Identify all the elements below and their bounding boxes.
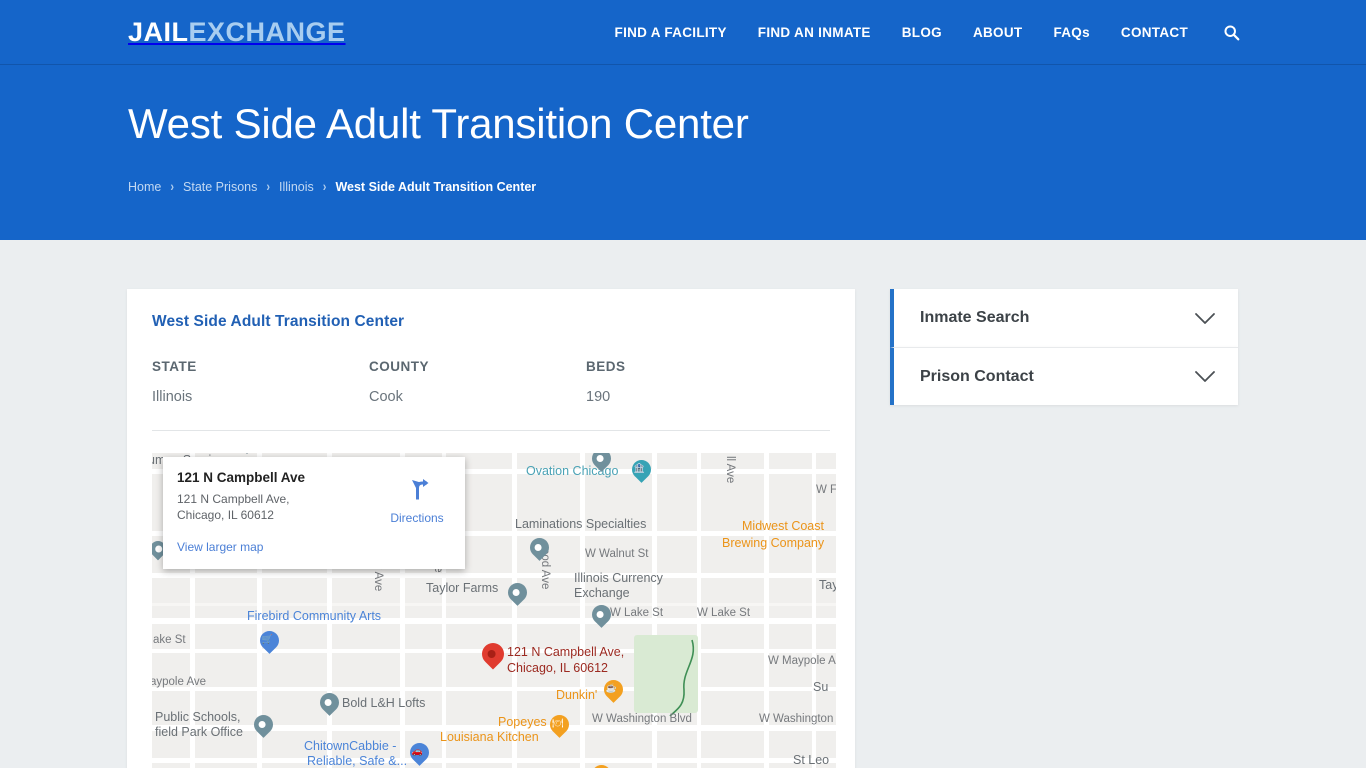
map-street-w-f: W F xyxy=(816,484,836,496)
accordion-prison-contact[interactable]: Prison Contact xyxy=(890,347,1238,405)
main-menu: FIND A FACILITY FIND AN INMATE BLOG ABOU… xyxy=(615,24,1366,41)
directions-button[interactable]: Directions xyxy=(383,470,451,556)
breadcrumb-item-state-prisons[interactable]: State Prisons xyxy=(183,180,257,194)
map-label-bold-lh-lofts: Bold L&H Lofts xyxy=(342,696,426,710)
infowindow-address: 121 N Campbell Ave, Chicago, IL 60612 xyxy=(177,492,290,522)
map-marker-facility-label-line2: Chicago, IL 60612 xyxy=(507,660,609,675)
bank-icon: 🏦 xyxy=(633,463,646,474)
accordion-title-prison-contact: Prison Contact xyxy=(920,367,1034,385)
logo-text-secondary: EXCHANGE xyxy=(188,16,346,47)
directions-arrow-icon xyxy=(412,479,429,500)
infowindow-title: 121 N Campbell Ave xyxy=(177,470,306,485)
map-street-w-washington: W Washington xyxy=(759,713,834,725)
breadcrumb-item-illinois[interactable]: Illinois xyxy=(279,180,314,194)
sidebar: Inmate Search Prison Contact xyxy=(890,289,1238,405)
section-divider xyxy=(152,430,830,431)
fact-label-state: STATE xyxy=(152,359,197,374)
search-icon xyxy=(1224,24,1240,40)
map-label-firebird-community-arts: Firebird Community Arts xyxy=(247,609,382,623)
map-street-w-lake-st-1: W Lake St xyxy=(610,607,664,619)
nav-item-find-an-inmate[interactable]: FIND AN INMATE xyxy=(758,25,871,40)
map-label-taylor-farms: Taylor Farms xyxy=(819,578,836,592)
chevron-down-icon xyxy=(1194,312,1216,325)
infowindow-pointer xyxy=(234,453,260,454)
map-label-midwest-coast-brewing-line2: Brewing Company xyxy=(722,536,825,550)
facility-facts: STATE Illinois COUNTY Cook BEDS 190 xyxy=(152,359,830,405)
breadcrumb-separator-icon: › xyxy=(266,179,271,195)
breadcrumb: Home › State Prisons › Illinois › West S… xyxy=(128,179,1238,195)
fact-label-county: COUNTY xyxy=(369,359,429,374)
page-hero: West Side Adult Transition Center Home ›… xyxy=(0,65,1366,240)
fact-state: STATE Illinois xyxy=(152,359,369,405)
facility-card: West Side Adult Transition Center STATE … xyxy=(127,289,855,768)
page-content: West Side Adult Transition Center STATE … xyxy=(0,240,1366,768)
map-street-w-washington-blvd: W Washington Blvd xyxy=(592,713,692,725)
map-label-public-schools: Public Schools, xyxy=(155,710,241,724)
map-label-dunkin: Dunkin' xyxy=(556,688,598,702)
nav-item-about[interactable]: ABOUT xyxy=(973,25,1023,40)
breadcrumb-separator-icon: › xyxy=(170,179,175,195)
map-street-w-walnut-st: W Walnut St xyxy=(585,548,649,560)
fact-value-county: Cook xyxy=(369,389,403,405)
breadcrumb-separator-icon: › xyxy=(322,179,327,195)
breadcrumb-item-home[interactable]: Home xyxy=(128,180,161,194)
chevron-down-icon xyxy=(1194,370,1216,383)
car-icon: 🚗 xyxy=(411,746,424,757)
map-marker-facility-label-line1: 121 N Campbell Ave, xyxy=(507,645,625,659)
fact-value-beds: 190 xyxy=(586,389,611,405)
fact-beds: BEDS 190 xyxy=(586,359,803,405)
coffee-icon: ☕ xyxy=(605,683,618,694)
site-logo[interactable]: JAILEXCHANGE xyxy=(128,16,346,47)
nav-item-contact[interactable]: CONTACT xyxy=(1121,25,1188,40)
map-street-ll-ave: ll Ave xyxy=(724,456,736,484)
breadcrumb-item-current: West Side Adult Transition Center xyxy=(335,180,537,194)
directions-label[interactable]: Directions xyxy=(383,511,451,525)
accordion-title-inmate-search: Inmate Search xyxy=(920,309,1030,326)
map-label-chitowncabbie-line1: ChitownCabbie - xyxy=(304,739,397,753)
facility-card-title: West Side Adult Transition Center xyxy=(152,313,405,330)
accordion-inmate-search[interactable]: Inmate Search xyxy=(890,289,1238,347)
map-label-popeyes: Popeyes xyxy=(498,715,547,729)
map-label-laminations-specialties: Laminations Specialties xyxy=(515,517,647,531)
map-label-louisiana-kitchen: Louisiana Kitchen xyxy=(440,730,539,744)
map-label-field-park-office: field Park Office xyxy=(155,725,244,739)
infowindow-body: 121 N Campbell Ave 121 N Campbell Ave, C… xyxy=(177,470,383,556)
map-label-st-leo: St Leo xyxy=(793,753,830,767)
shop-icon: 🛒 xyxy=(261,634,274,645)
map-trail-icon xyxy=(669,639,695,717)
map-label-midwest-coast-brewing-line1: Midwest Coast xyxy=(742,519,824,533)
nav-item-faqs[interactable]: FAQs xyxy=(1053,25,1089,40)
page-title: West Side Adult Transition Center xyxy=(128,100,749,147)
map-label-su: Su xyxy=(813,680,829,694)
map-street-ake-st: ake St xyxy=(153,634,186,646)
map-label-taylor-farms-left: Taylor Farms xyxy=(426,581,499,595)
map-label-chitowncabbie-line2: Reliable, Safe &... xyxy=(307,754,408,768)
fact-county: COUNTY Cook xyxy=(369,359,586,405)
map-label-illinois-currency-line2: Exchange xyxy=(574,586,630,600)
map-marker-facility-label: 121 N Campbell Ave, Chicago, IL 60612 xyxy=(507,645,624,676)
fact-label-beds: BEDS xyxy=(586,359,626,374)
fact-value-state: Illinois xyxy=(152,389,193,405)
location-map[interactable]: uman Services Ovation Chicago Lamination… xyxy=(152,453,836,768)
restaurant-icon: 🍽 xyxy=(551,718,564,729)
map-street-w-lake-st-2: W Lake St xyxy=(697,607,751,619)
map-infowindow: 121 N Campbell Ave 121 N Campbell Ave, C… xyxy=(163,457,465,569)
top-navigation-bar: JAILEXCHANGE FIND A FACILITY FIND AN INM… xyxy=(0,0,1366,65)
map-label-illinois-currency-line1: Illinois Currency xyxy=(574,571,663,585)
nav-item-blog[interactable]: BLOG xyxy=(902,25,942,40)
nav-item-find-a-facility[interactable]: FIND A FACILITY xyxy=(615,25,727,40)
search-toggle-button[interactable] xyxy=(1223,24,1240,41)
map-street-w-maypole-a: W Maypole A xyxy=(768,655,836,667)
logo-text-primary: JAIL xyxy=(128,16,189,47)
map-street-aypole-ave: aypole Ave xyxy=(152,676,207,688)
view-larger-map-link[interactable]: View larger map xyxy=(177,540,263,554)
